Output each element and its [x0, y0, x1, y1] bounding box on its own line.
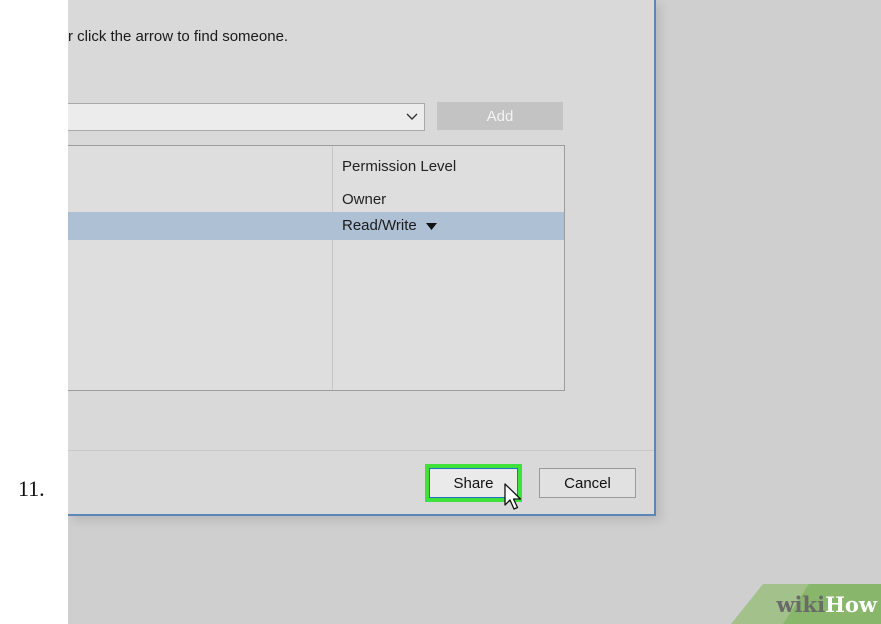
- share-dialog: r click the arrow to find someone. Add P…: [68, 0, 656, 516]
- people-picker-combobox[interactable]: [68, 103, 425, 131]
- permission-value: Read/Write: [342, 217, 417, 234]
- permission-dropdown[interactable]: Read/Write: [342, 217, 437, 234]
- step-number: 11.: [18, 476, 45, 501]
- mouse-pointer-icon: [503, 483, 525, 511]
- instruction-text: r click the arrow to find someone.: [68, 28, 289, 45]
- chevron-down-icon[interactable]: [400, 104, 424, 130]
- wikihow-watermark: wikiHow: [731, 584, 881, 624]
- column-divider: [332, 146, 333, 390]
- add-button[interactable]: Add: [437, 102, 563, 130]
- table-row-selected[interactable]: Read/Write: [68, 212, 564, 240]
- watermark-how: How: [825, 592, 877, 617]
- table-row-owner[interactable]: Owner: [342, 191, 386, 208]
- cancel-button[interactable]: Cancel: [539, 468, 636, 498]
- watermark-wiki: wiki: [776, 592, 826, 617]
- permissions-table: Permission Level Owner Read/Write: [68, 145, 565, 391]
- footer-separator: [68, 450, 654, 451]
- permission-level-header: Permission Level: [342, 158, 457, 175]
- screenshot-area: r click the arrow to find someone. Add P…: [68, 0, 881, 624]
- caret-down-icon[interactable]: [425, 217, 437, 234]
